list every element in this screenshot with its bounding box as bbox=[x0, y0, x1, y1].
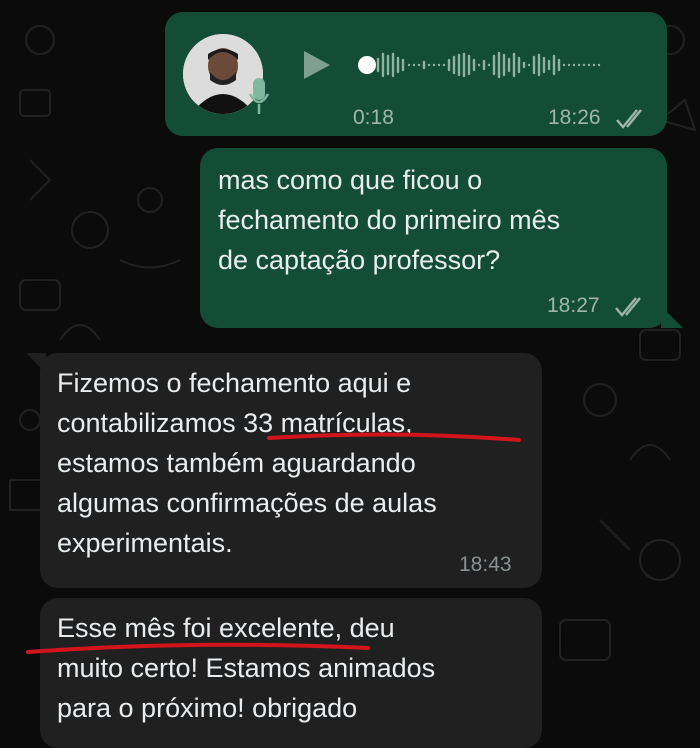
voice-time: 18:26 bbox=[548, 106, 601, 129]
bubble-tail bbox=[661, 306, 683, 328]
message-time: 18:43 bbox=[459, 553, 512, 576]
mic-icon bbox=[248, 78, 270, 114]
annotation-underline bbox=[26, 642, 370, 654]
outgoing-message-bubble[interactable]: mas como que ficou o fechamento do prime… bbox=[200, 148, 683, 328]
annotation-underline bbox=[267, 432, 521, 442]
bubble-tail bbox=[26, 353, 46, 373]
incoming-message-bubble[interactable]: Esse mês foi excelente, deu muito certo!… bbox=[40, 598, 542, 748]
message-text: Esse mês foi excelente, deu muito certo!… bbox=[57, 613, 436, 723]
voice-message-bubble[interactable]: 0:18 18:26 bbox=[165, 12, 667, 136]
message-time: 18:27 bbox=[547, 294, 600, 317]
playback-scrubber bbox=[358, 56, 376, 74]
voice-duration: 0:18 bbox=[353, 106, 394, 129]
waveform[interactable] bbox=[353, 42, 643, 88]
double-check-icon bbox=[615, 297, 641, 317]
message-text: Fizemos o fechamento aqui e contabilizam… bbox=[57, 368, 437, 558]
play-icon[interactable] bbox=[302, 49, 332, 81]
double-check-icon bbox=[616, 109, 642, 129]
incoming-message-bubble[interactable]: Fizemos o fechamento aqui e contabilizam… bbox=[26, 353, 542, 588]
message-text: mas como que ficou o fechamento do prime… bbox=[218, 165, 561, 275]
